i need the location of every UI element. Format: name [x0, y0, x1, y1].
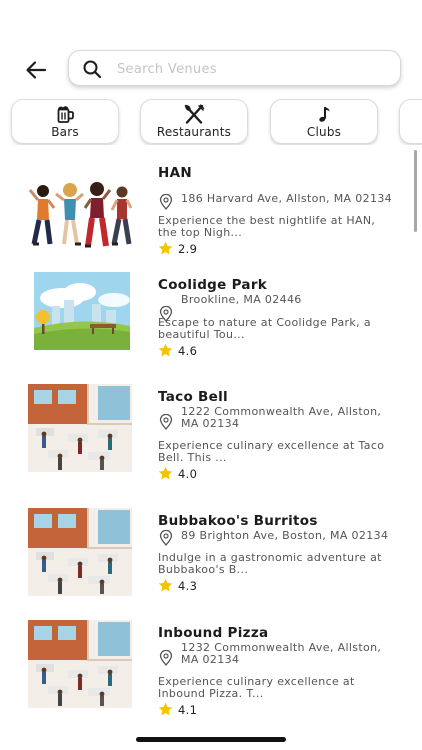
venue-address: 1222 Commonwealth Ave, Allston, MA 02134 [181, 405, 382, 430]
venue-name: Bubbakoo's Burritos [158, 513, 318, 529]
category-restaurants-button[interactable]: Restaurants [140, 99, 248, 144]
venue-address: Brookline, MA 02446 [181, 293, 302, 306]
venue-item[interactable]: Taco Bell 1222 Commonwealth Ave, Allston… [0, 384, 410, 494]
venue-rating: 4.0 [178, 467, 198, 481]
search-icon [83, 60, 102, 79]
location-pin-icon [159, 194, 173, 210]
beer-mug-icon [57, 106, 74, 123]
venue-name: Inbound Pizza [158, 625, 269, 641]
venue-rating: 4.3 [178, 579, 198, 593]
venue-thumbnail [34, 272, 130, 350]
venue-rating: 4.6 [178, 344, 198, 358]
arrow-left-icon [26, 61, 47, 79]
venue-address: 1232 Commonwealth Ave, Allston, MA 02134 [181, 641, 382, 666]
category-bars-button[interactable]: Bars [11, 99, 119, 144]
star-icon [158, 241, 173, 255]
category-label: Restaurants [156, 125, 232, 139]
star-icon [158, 466, 173, 480]
back-button[interactable] [22, 56, 50, 84]
category-label: Clubs [306, 125, 342, 139]
fork-knife-icon [184, 104, 205, 124]
venue-description: Experience the best nightlife at HAN, th… [158, 214, 376, 239]
venue-description: Experience culinary excellence at Inboun… [158, 675, 355, 700]
venue-description: Escape to nature at Coolidge Park, a bea… [158, 316, 371, 341]
venue-thumbnail [28, 172, 132, 260]
location-pin-icon [159, 530, 173, 546]
search-bar[interactable] [68, 50, 401, 86]
venue-rating: 2.9 [178, 242, 198, 256]
category-clubs-button[interactable]: Clubs [270, 99, 378, 144]
venue-thumbnail [28, 508, 132, 596]
star-icon [158, 343, 173, 357]
scrollbar[interactable] [414, 150, 417, 232]
venue-thumbnail [28, 384, 132, 472]
venue-description: Experience culinary excellence at Taco B… [158, 439, 385, 464]
venue-thumbnail [28, 620, 132, 708]
venue-item[interactable]: Inbound Pizza 1232 Commonwealth Ave, All… [0, 620, 410, 725]
category-chips: Bars Restaurants Clubs [0, 99, 422, 145]
category-more-button[interactable] [399, 99, 422, 144]
location-pin-icon [159, 414, 173, 430]
venue-item[interactable]: Coolidge Park Brookline, MA 02446 Escape… [0, 272, 410, 382]
venue-rating: 4.1 [178, 703, 198, 717]
search-input[interactable] [117, 57, 387, 81]
venue-name: Taco Bell [158, 389, 228, 405]
star-icon [158, 702, 173, 716]
top-bar [0, 48, 422, 92]
venue-item[interactable]: Bubbakoo's Burritos 89 Brighton Ave, Bos… [0, 508, 410, 618]
location-pin-icon [159, 650, 173, 666]
venue-item[interactable]: HAN 186 Harvard Ave, Allston, MA 02134 E… [0, 160, 410, 270]
venue-list[interactable]: HAN 186 Harvard Ave, Allston, MA 02134 E… [0, 150, 422, 725]
venue-address: 89 Brighton Ave, Boston, MA 02134 [181, 529, 389, 542]
music-note-icon [319, 107, 330, 122]
venue-address: 186 Harvard Ave, Allston, MA 02134 [181, 192, 393, 205]
home-indicator[interactable] [136, 737, 286, 742]
venue-name: HAN [158, 165, 192, 181]
star-icon [158, 578, 173, 592]
venue-name: Coolidge Park [158, 277, 268, 293]
venue-description: Indulge in a gastronomic adventure at Bu… [158, 551, 382, 576]
category-label: Bars [51, 125, 79, 139]
